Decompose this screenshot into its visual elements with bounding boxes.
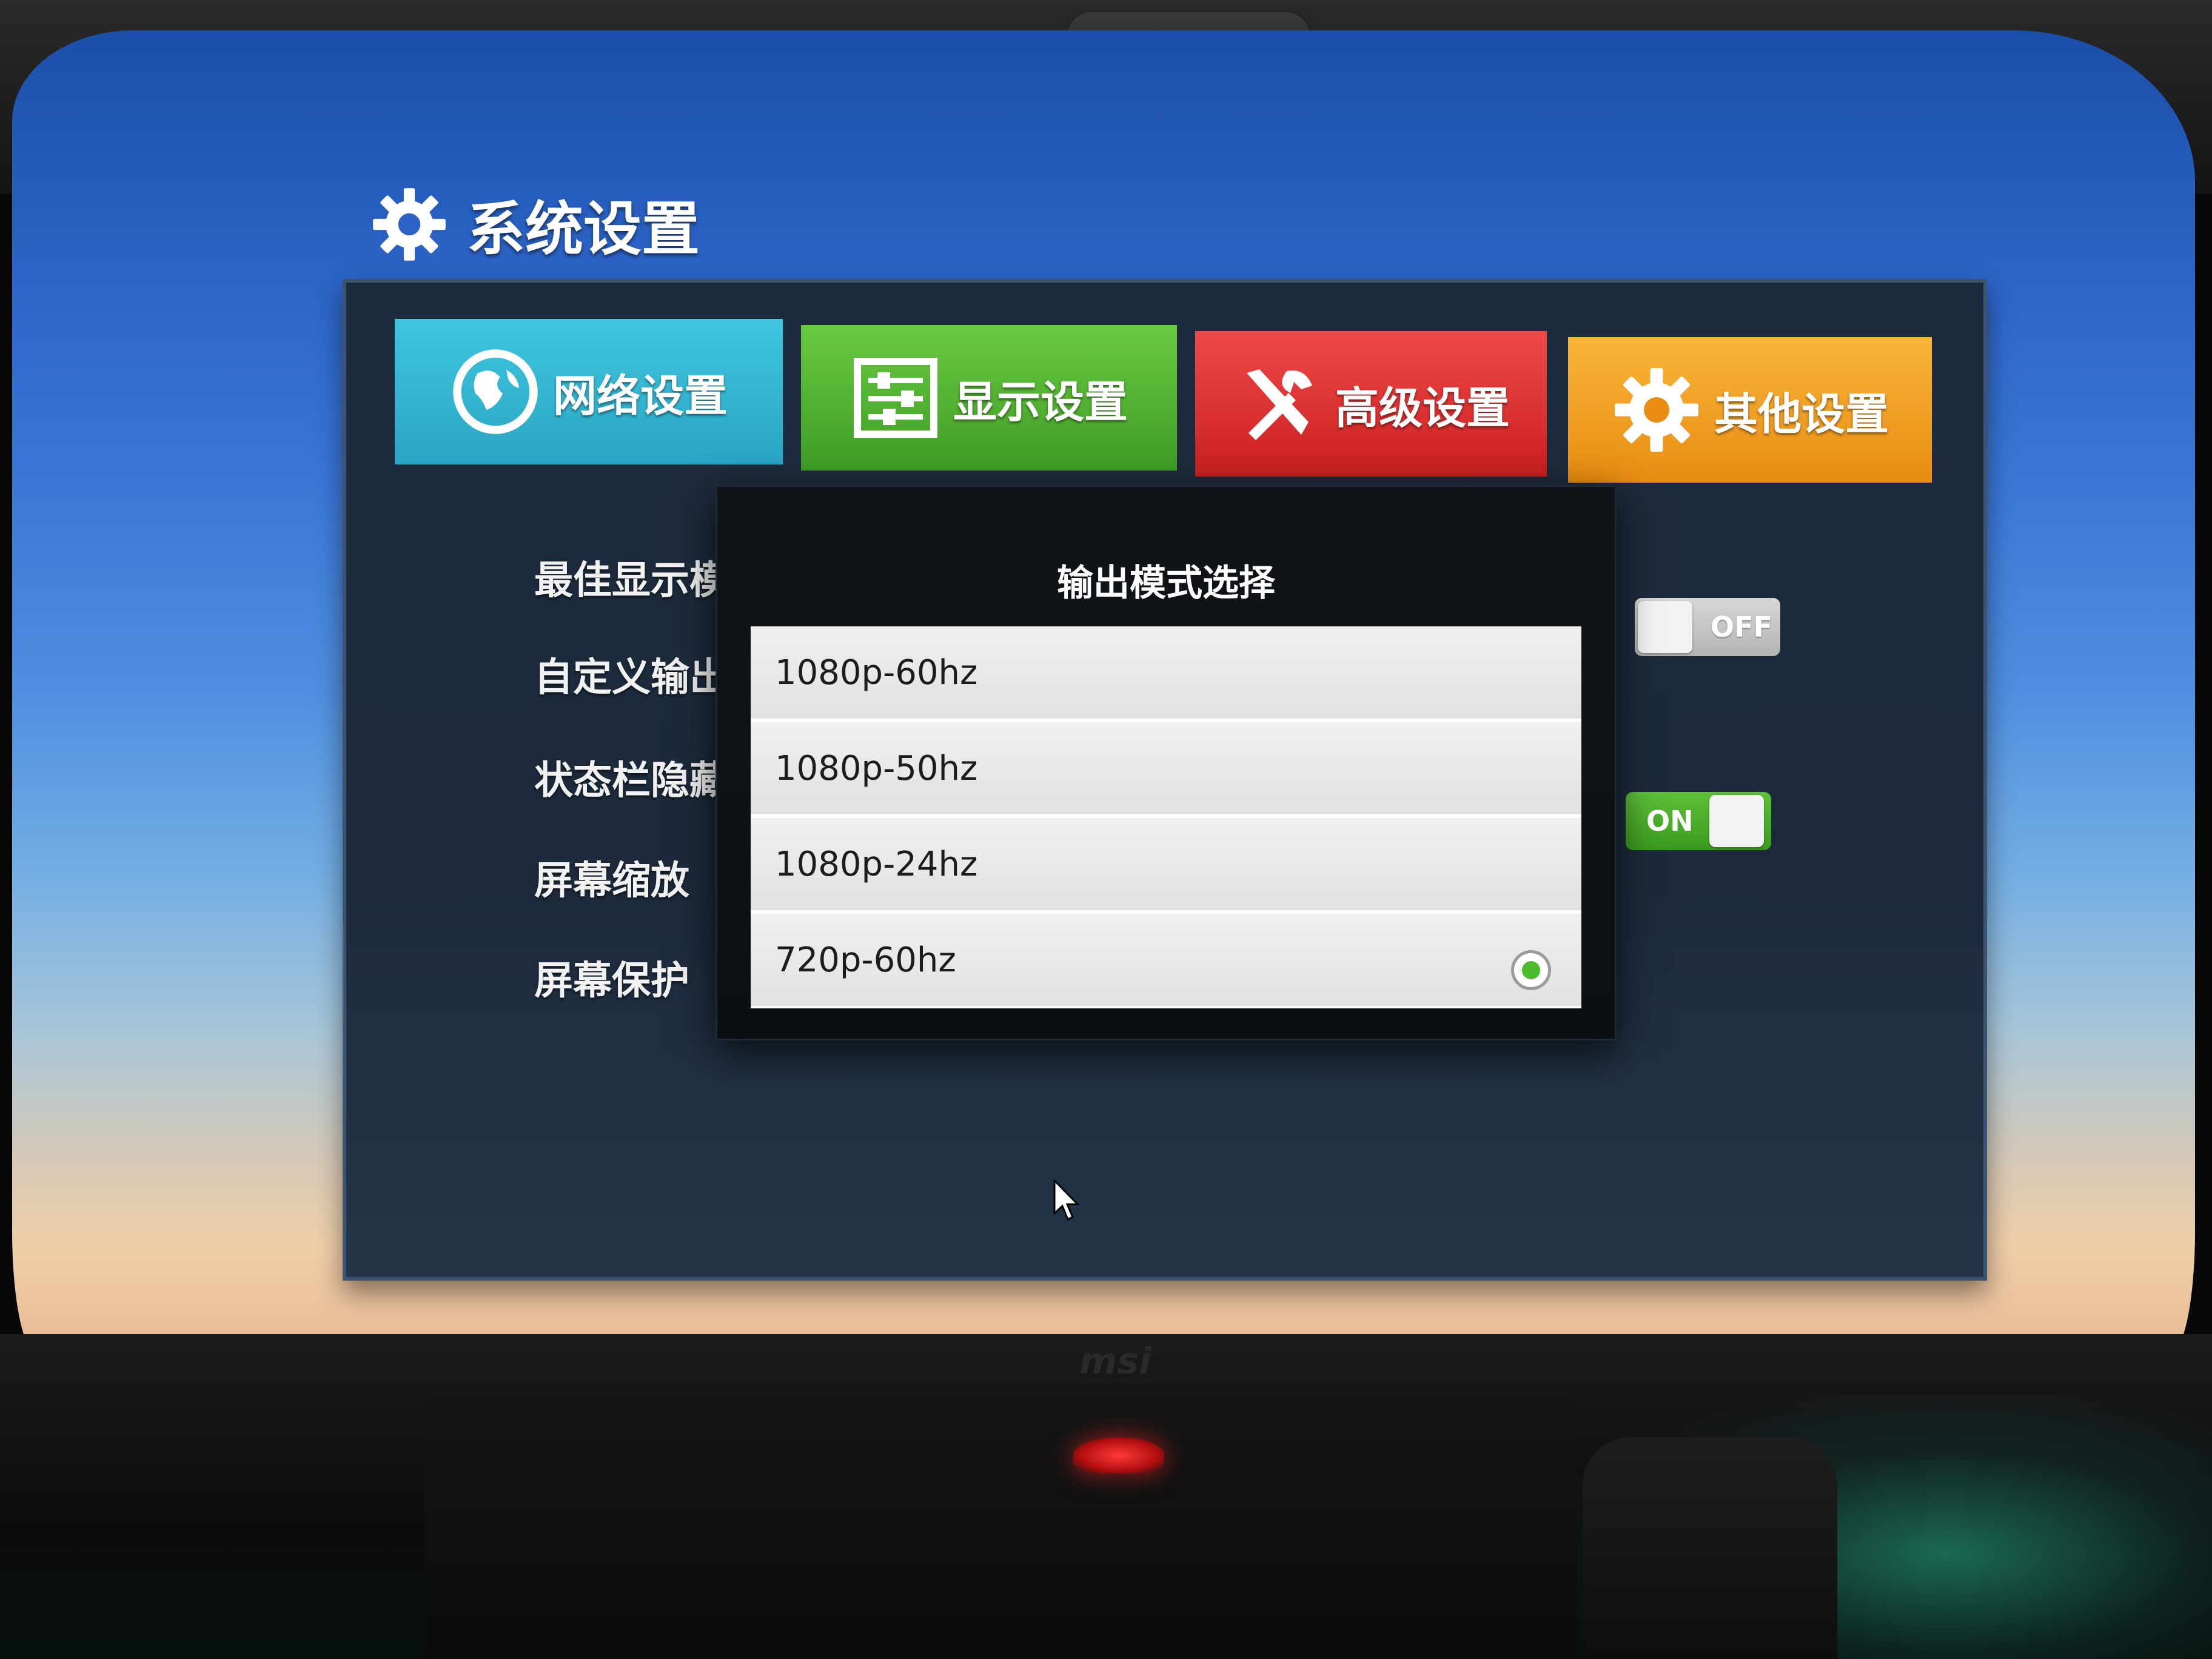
tab-label: 显示设置	[953, 376, 1128, 427]
toggle-state-text: OFF	[1711, 611, 1772, 643]
tools-icon	[1246, 369, 1312, 440]
radio-dot	[1522, 961, 1540, 979]
monitor-screen: 系统设置 网络设置 显示设置 高级设置 其他设置 最佳显示模式 自定义输出模式 …	[12, 30, 2195, 1352]
tab-display-settings[interactable]: 显示设置	[801, 325, 1177, 471]
output-mode-list[interactable]: 1080p-60hz 1080p-50hz 1080p-24hz 720p-60…	[751, 626, 1581, 1008]
gear-icon	[1614, 368, 1698, 452]
sliders-icon	[853, 358, 937, 438]
list-item[interactable]: 1080p-60hz	[751, 626, 1581, 722]
option-label: 1080p-24hz	[775, 844, 978, 884]
status-bar-hide-label[interactable]: 状态栏隐藏	[534, 749, 728, 805]
tab-advanced-settings[interactable]: 高级设置	[1195, 331, 1547, 477]
status-bar-hide-toggle[interactable]: ON	[1626, 792, 1771, 850]
toggle-knob	[1638, 601, 1692, 653]
radio-button-selected[interactable]	[1511, 950, 1551, 990]
option-label: 720p-60hz	[775, 940, 956, 980]
tab-label: 高级设置	[1335, 382, 1510, 434]
speaker	[1583, 1437, 1837, 1659]
screen-saver-label[interactable]: 屏幕保护	[534, 950, 689, 1005]
tab-label: 其他设置	[1714, 388, 1889, 440]
tab-label: 网络设置	[552, 370, 728, 421]
tab-other-settings[interactable]: 其他设置	[1568, 337, 1932, 483]
list-item[interactable]: 1080p-24hz	[751, 818, 1581, 914]
monitor-brand: msi	[1079, 1340, 1151, 1382]
dialog-title: 输出模式选择	[1057, 562, 1275, 605]
option-label: 1080p-60hz	[775, 652, 978, 692]
photo-stage: 系统设置 网络设置 显示设置 高级设置 其他设置 最佳显示模式 自定义输出模式 …	[0, 0, 2212, 1659]
mouse-cursor-icon	[1053, 1179, 1080, 1221]
best-display-mode-toggle[interactable]: OFF	[1635, 598, 1780, 656]
output-mode-dialog: 输出模式选择 1080p-60hz 1080p-50hz 1080p-24hz …	[716, 485, 1617, 1041]
tab-network-settings[interactable]: 网络设置	[395, 319, 783, 464]
list-item[interactable]: 1080p-50hz	[751, 722, 1581, 818]
gear-icon	[373, 187, 446, 261]
page-title-text: 系统设置	[467, 195, 700, 263]
toggle-knob	[1709, 795, 1764, 847]
screen-scale-label[interactable]: 屏幕缩放	[534, 850, 689, 905]
list-item[interactable]: 720p-60hz	[751, 914, 1581, 1008]
page-title: 系统设置	[370, 182, 700, 266]
toggle-state-text: ON	[1646, 805, 1694, 837]
globe-icon	[453, 349, 538, 434]
dragon-logo-icon	[1073, 1437, 1164, 1473]
pc-case	[424, 1395, 1577, 1659]
option-label: 1080p-50hz	[775, 748, 978, 788]
